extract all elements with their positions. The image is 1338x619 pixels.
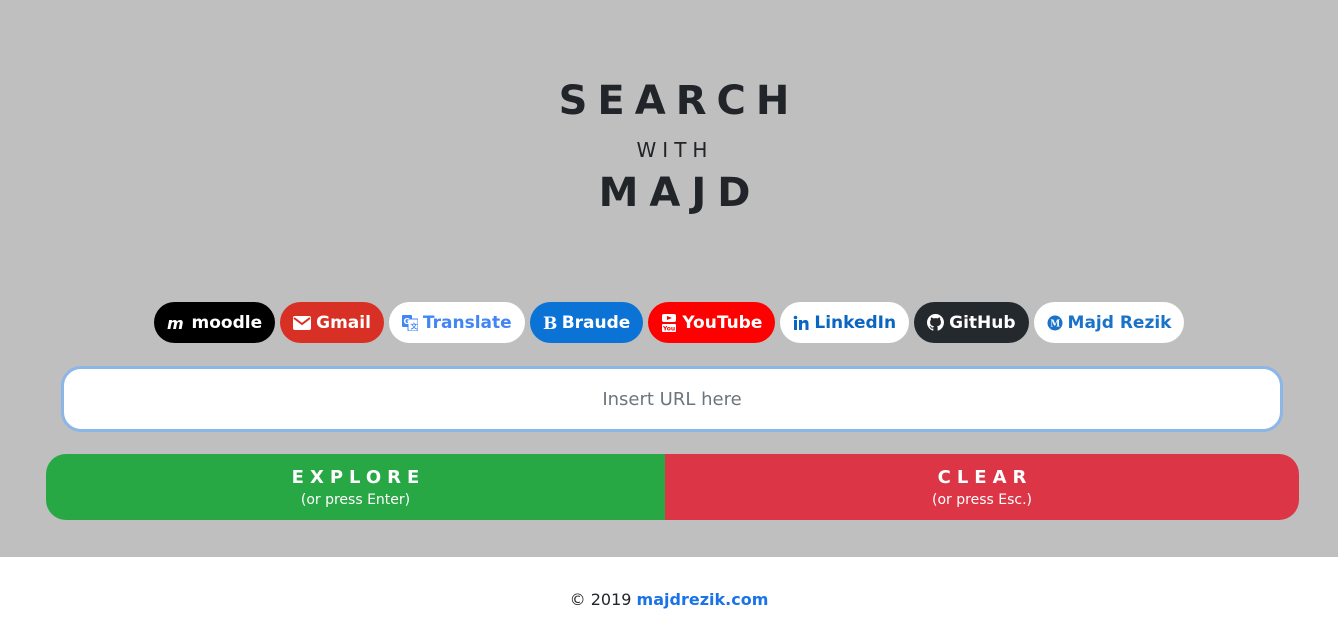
envelope-icon — [293, 315, 312, 330]
link-braude-label: Braude — [561, 312, 631, 333]
link-moodle-label: moodle — [191, 312, 263, 333]
link-github-label: GitHub — [949, 312, 1016, 333]
url-input[interactable] — [61, 366, 1283, 432]
title-majd: MAJD — [598, 170, 762, 216]
title-with: WITH — [636, 138, 714, 162]
link-majd-rezik[interactable]: M Majd Rezik — [1033, 302, 1185, 343]
linkedin-icon — [793, 315, 809, 331]
clear-hint: (or press Esc.) — [932, 491, 1032, 508]
moodle-icon: m — [167, 316, 187, 330]
link-braude[interactable]: B Braude — [529, 302, 644, 343]
footer-site-link[interactable]: majdrezik.com — [637, 590, 769, 609]
link-translate-label: Translate — [422, 312, 512, 333]
svg-text:m: m — [167, 316, 184, 330]
footer-copyright: © 2019 — [569, 590, 632, 609]
link-linkedin[interactable]: LinkedIn — [780, 302, 910, 343]
link-github[interactable]: GitHub — [914, 302, 1029, 343]
translate-icon: G文 — [401, 314, 418, 331]
link-moodle[interactable]: m moodle — [153, 302, 276, 343]
svg-text:You: You — [662, 325, 675, 332]
github-icon — [927, 314, 945, 331]
link-gmail[interactable]: Gmail — [280, 302, 384, 343]
explore-label: EXPLORE — [291, 466, 426, 488]
explore-button[interactable]: EXPLORE (or press Enter) — [46, 454, 665, 520]
link-youtube[interactable]: You YouTube — [648, 302, 776, 343]
clear-button[interactable]: CLEAR (or press Esc.) — [665, 454, 1299, 520]
braude-b-icon: B — [543, 315, 557, 331]
majd-logo-icon: M — [1047, 315, 1063, 331]
footer: © 2019 majdrezik.com — [0, 590, 1338, 609]
clear-label: CLEAR — [937, 466, 1033, 488]
link-linkedin-label: LinkedIn — [814, 312, 897, 333]
svg-text:G: G — [403, 317, 410, 326]
youtube-icon: You — [661, 313, 677, 332]
link-translate[interactable]: G文 Translate — [388, 302, 525, 343]
svg-text:B: B — [543, 315, 557, 331]
svg-text:文: 文 — [410, 321, 418, 330]
link-majd-rezik-label: Majd Rezik — [1067, 312, 1172, 333]
explore-hint: (or press Enter) — [300, 491, 411, 508]
link-youtube-label: YouTube — [682, 312, 763, 333]
title-search: SEARCH — [558, 78, 800, 124]
svg-text:M: M — [1050, 319, 1060, 329]
hero-section: SEARCH WITH MAJD m moodle Gmail G文 Trans… — [0, 0, 1338, 557]
link-gmail-label: Gmail — [316, 312, 371, 333]
quick-links: m moodle Gmail G文 Translate B Braude You — [0, 302, 1338, 343]
action-buttons: EXPLORE (or press Enter) CLEAR (or press… — [46, 454, 1299, 520]
